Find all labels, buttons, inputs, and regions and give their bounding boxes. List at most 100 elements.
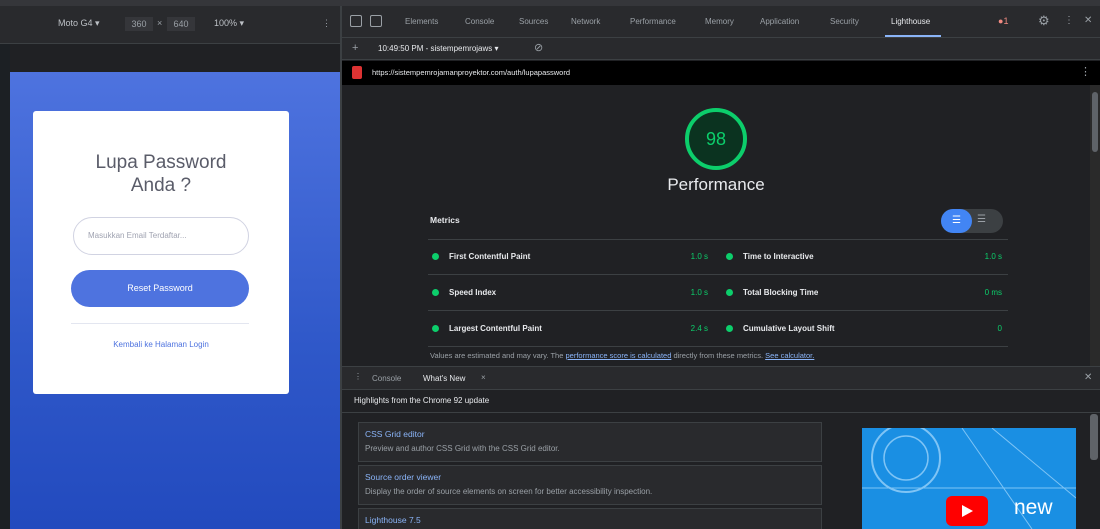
metric-value: 1.0 s: [690, 252, 708, 261]
metric-name: Time to Interactive: [743, 252, 814, 261]
metric-name: Largest Contentful Paint: [449, 324, 542, 333]
viewport-gutter: [0, 44, 10, 529]
plus-icon[interactable]: +: [352, 42, 358, 54]
viewport-top-area: [10, 44, 340, 72]
back-to-login-link[interactable]: Kembali ke Halaman Login: [33, 340, 289, 349]
drawer-scrollbar[interactable]: [1090, 414, 1098, 460]
drawer-toolbar: ⋮ Console What's New × ✕: [342, 366, 1100, 390]
category-title: Performance: [667, 175, 765, 194]
drawer-menu-icon[interactable]: ⋮: [354, 372, 362, 381]
more-options-icon[interactable]: ⋮: [1064, 15, 1074, 26]
report-url[interactable]: https://sistempemrojamanproyektor.com/au…: [372, 68, 570, 77]
feature-item[interactable]: Lighthouse 7.5: [358, 508, 822, 529]
drawer-tab-whats-new[interactable]: What's New: [423, 374, 465, 383]
error-badge[interactable]: ●1: [998, 16, 1008, 26]
device-toggle-icon[interactable]: [370, 15, 382, 27]
pass-icon: [726, 289, 733, 296]
metrics-view-toggle[interactable]: ☰ ☰: [941, 209, 1003, 233]
highlights-heading: Highlights from the Chrome 92 update: [354, 396, 490, 405]
error-count: 1: [1003, 16, 1009, 26]
note-text: directly from these metrics.: [671, 351, 766, 360]
device-toolbar: Moto G4 ▾ 360 × 640 100% ▾ ⋮: [0, 6, 340, 44]
devtools-toolbar: Elements Console Sources Network Perform…: [342, 6, 1100, 38]
metric-tbt: Total Blocking Time 0 ms: [722, 276, 1008, 311]
metric-row: Speed Index 1.0 s Total Blocking Time 0 …: [428, 276, 1008, 311]
whats-new-panel: Highlights from the Chrome 92 update CSS…: [342, 390, 1100, 529]
email-field[interactable]: Masukkan Email Terdaftar...: [73, 217, 249, 255]
feature-title: CSS Grid editor: [365, 429, 425, 439]
clear-icon[interactable]: ⊘: [534, 41, 543, 54]
pass-icon: [726, 253, 733, 260]
metric-value: 1.0 s: [984, 252, 1002, 261]
close-drawer-icon[interactable]: ✕: [1084, 372, 1092, 383]
metric-row: First Contentful Paint 1.0 s Time to Int…: [428, 240, 1008, 275]
promo-video-thumbnail[interactable]: new: [862, 428, 1076, 529]
feature-desc: Display the order of source elements on …: [365, 487, 653, 496]
inspect-element-icon[interactable]: [350, 15, 362, 27]
metric-lcp: Largest Contentful Paint 2.4 s: [428, 312, 714, 347]
metric-name: First Contentful Paint: [449, 252, 531, 261]
viewport-height-input[interactable]: 640: [167, 17, 195, 31]
forgot-password-card: Lupa Password Anda ? Masukkan Email Terd…: [33, 111, 289, 394]
feature-item[interactable]: Source order viewer Display the order of…: [358, 465, 822, 505]
list-view-icon[interactable]: ☰: [941, 209, 972, 233]
lighthouse-icon: [352, 66, 362, 79]
close-icon[interactable]: ✕: [1084, 15, 1092, 26]
metric-cls: Cumulative Layout Shift 0: [722, 312, 1008, 347]
performance-gauge[interactable]: 98: [685, 108, 747, 170]
metrics-heading: Metrics: [430, 215, 460, 225]
lighthouse-report: 98 Performance Metrics ☰ ☰ First Content…: [342, 85, 1090, 366]
close-tab-icon[interactable]: ×: [481, 373, 486, 382]
title-line-2: Anda ?: [130, 175, 192, 196]
metric-row: Largest Contentful Paint 2.4 s Cumulativ…: [428, 312, 1008, 347]
tab-elements[interactable]: Elements: [405, 17, 438, 26]
youtube-play-icon[interactable]: [946, 496, 988, 526]
tab-application[interactable]: Application: [760, 17, 799, 26]
pass-icon: [432, 289, 439, 296]
metrics-note: Values are estimated and may vary. The p…: [430, 351, 814, 360]
page-title: Lupa Password Anda ?: [33, 151, 289, 197]
tab-memory[interactable]: Memory: [705, 17, 734, 26]
device-more-icon[interactable]: ⋮: [322, 18, 331, 29]
tab-network[interactable]: Network: [571, 17, 600, 26]
see-calculator-link[interactable]: See calculator.: [765, 351, 814, 360]
metric-name: Total Blocking Time: [743, 288, 819, 297]
reset-password-button[interactable]: Reset Password: [71, 270, 249, 307]
metric-name: Cumulative Layout Shift: [743, 324, 835, 333]
zoom-select[interactable]: 100% ▾: [214, 18, 244, 29]
feature-title: Lighthouse 7.5: [365, 515, 421, 525]
metric-value: 1.0 s: [690, 288, 708, 297]
divider: [71, 323, 249, 324]
metric-fcp: First Contentful Paint 1.0 s: [428, 240, 714, 275]
metric-value: 0: [997, 324, 1002, 333]
tab-console[interactable]: Console: [465, 17, 494, 26]
metrics-grid: First Contentful Paint 1.0 s Time to Int…: [428, 239, 1008, 347]
lighthouse-report-bar: + 10:49:50 PM - sistempemrojaws ▾ ⊘: [342, 38, 1100, 60]
report-menu-icon[interactable]: ⋮: [1080, 65, 1091, 78]
feature-item[interactable]: CSS Grid editor Preview and author CSS G…: [358, 422, 822, 462]
performance-score: 98: [705, 129, 727, 149]
report-url-bar: https://sistempemrojamanproyektor.com/au…: [342, 61, 1100, 85]
expanded-view-icon[interactable]: ☰: [977, 214, 986, 225]
tab-sources[interactable]: Sources: [519, 17, 548, 26]
metric-name: Speed Index: [449, 288, 497, 297]
title-line-1: Lupa Password: [95, 152, 227, 173]
tab-performance[interactable]: Performance: [630, 17, 676, 26]
feature-title: Source order viewer: [365, 472, 442, 482]
metric-si: Speed Index 1.0 s: [428, 276, 714, 311]
pass-icon: [432, 325, 439, 332]
pass-icon: [726, 325, 733, 332]
tab-lighthouse[interactable]: Lighthouse: [891, 17, 930, 26]
divider: [342, 412, 1100, 413]
report-select[interactable]: 10:49:50 PM - sistempemrojaws ▾: [378, 44, 499, 53]
note-text: Values are estimated and may vary. The: [430, 351, 566, 360]
report-scroll-thumb[interactable]: [1092, 92, 1098, 152]
metric-tti: Time to Interactive 1.0 s: [722, 240, 1008, 275]
score-calculated-link[interactable]: performance score is calculated: [565, 351, 671, 360]
viewport-width-input[interactable]: 360: [125, 17, 153, 31]
pass-icon: [432, 253, 439, 260]
gear-icon[interactable]: ⚙: [1038, 13, 1050, 29]
drawer-tab-console[interactable]: Console: [372, 374, 401, 383]
tab-security[interactable]: Security: [830, 17, 859, 26]
device-select[interactable]: Moto G4 ▾: [58, 18, 100, 29]
